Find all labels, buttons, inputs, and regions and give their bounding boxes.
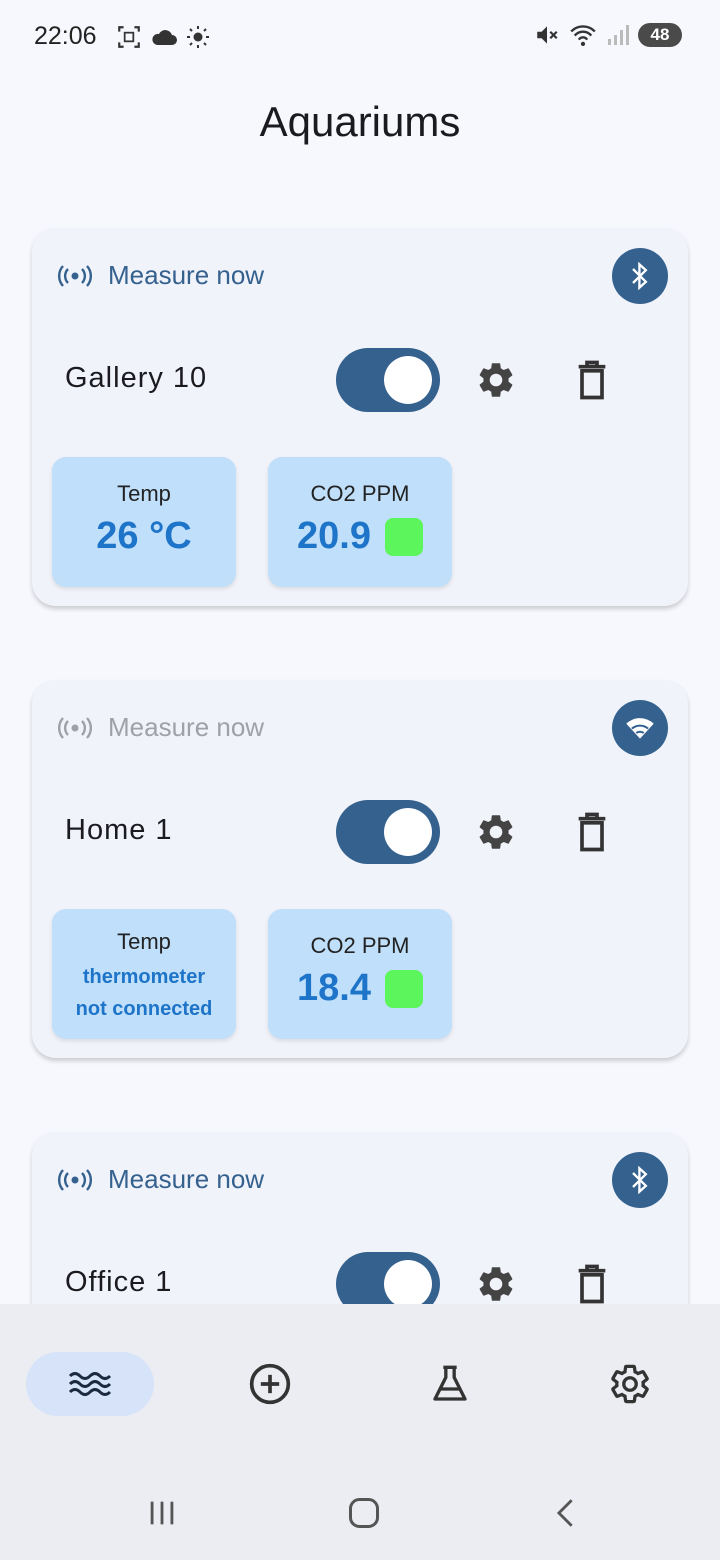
screenshot-icon [118,26,140,48]
aquarium-settings-button[interactable] [472,1260,520,1304]
trash-icon [578,360,606,400]
toggle-knob [384,356,432,404]
co2-status-indicator [384,969,423,1008]
bluetooth-badge[interactable] [612,1152,668,1208]
measure-now-label: Measure now [108,712,265,742]
aquarium-card: Measure now Home 1 Temp thermometer not … [32,680,688,1058]
aquarium-name: Home 1 [65,814,173,846]
back-icon [556,1499,573,1527]
thermometer-status-line1: thermometer [82,966,206,988]
waves-icon [68,1372,112,1396]
flask-icon [433,1365,467,1401]
bluetooth-icon [632,262,648,290]
broadcast-icon [58,1168,92,1191]
battery-indicator: 48 [638,23,682,47]
aquarium-toggle[interactable] [336,800,440,864]
nav-tests[interactable] [386,1352,514,1416]
temperature-value: 26 °C [96,515,192,557]
aquarium-settings-button[interactable] [472,356,520,404]
home-button[interactable] [334,1490,394,1536]
aquarium-settings-button[interactable] [472,808,520,856]
temperature-label: Temp [117,929,171,954]
aquarium-toggle[interactable] [336,1252,440,1304]
gear-icon [479,363,513,397]
broadcast-icon [58,716,92,739]
status-left-icons [116,24,210,50]
bluetooth-icon [632,1166,648,1194]
aquarium-name: Gallery 10 [65,362,208,394]
measure-now-button[interactable]: Measure now [58,712,264,743]
gear-icon [479,815,513,849]
measure-now-label: Measure now [108,1164,265,1194]
cloud-icon [152,30,177,45]
wifi-icon [626,718,654,739]
thermometer-status-line2: not connected [75,998,213,1020]
temperature-tile: Temp 26 °C [52,457,236,587]
trash-icon [578,812,606,852]
status-time: 22:06 [34,22,97,50]
bottom-navigation [0,1304,720,1466]
temperature-label: Temp [117,481,171,506]
wifi-badge[interactable] [612,700,668,756]
co2-tile: CO2 PPM 20.9 [268,457,452,587]
measure-now-button[interactable]: Measure now [58,1164,264,1195]
page-title: Aquariums [259,98,461,145]
signal-icon [608,25,629,45]
status-bar: 22:06 48 [0,0,720,72]
wifi-status-icon [570,25,596,46]
sun-icon [187,26,209,48]
delete-aquarium-button[interactable] [568,356,616,404]
co2-tile: CO2 PPM 18.4 [268,909,452,1039]
delete-aquarium-button[interactable] [568,808,616,856]
co2-value: 18.4 [297,967,371,1009]
recents-icon [150,1501,174,1525]
back-button[interactable] [536,1490,596,1536]
aquarium-card: Measure now Gallery 10 Temp 26 °C CO2 PP… [32,228,688,606]
add-circle-icon [249,1363,291,1405]
home-icon [349,1498,379,1528]
mute-icon [537,26,558,44]
gear-icon [479,1267,513,1301]
measure-now-label: Measure now [108,260,265,290]
status-right-icons: 48 [534,22,682,48]
bluetooth-badge[interactable] [612,248,668,304]
settings-icon [611,1364,649,1404]
co2-label: CO2 PPM [310,481,410,506]
toggle-knob [384,808,432,856]
nav-add-aquarium[interactable] [206,1352,334,1416]
temperature-tile: Temp thermometer not connected [52,909,236,1039]
aquarium-name: Office 1 [65,1266,173,1298]
system-navigation-bar [0,1466,720,1560]
aquarium-toggle[interactable] [336,348,440,412]
co2-value: 20.9 [297,515,371,557]
nav-settings[interactable] [566,1352,694,1416]
delete-aquarium-button[interactable] [568,1260,616,1304]
broadcast-icon [58,264,92,287]
measure-now-button[interactable]: Measure now [58,260,264,291]
aquarium-list[interactable]: Measure now Gallery 10 Temp 26 °C CO2 PP… [0,160,720,1304]
aquarium-card: Measure now Office 1 [32,1132,688,1304]
nav-aquariums[interactable] [26,1352,154,1416]
toggle-knob [384,1260,432,1304]
co2-label: CO2 PPM [310,933,410,958]
recents-button[interactable] [132,1490,192,1536]
co2-status-indicator [384,517,423,556]
trash-icon [578,1264,606,1304]
